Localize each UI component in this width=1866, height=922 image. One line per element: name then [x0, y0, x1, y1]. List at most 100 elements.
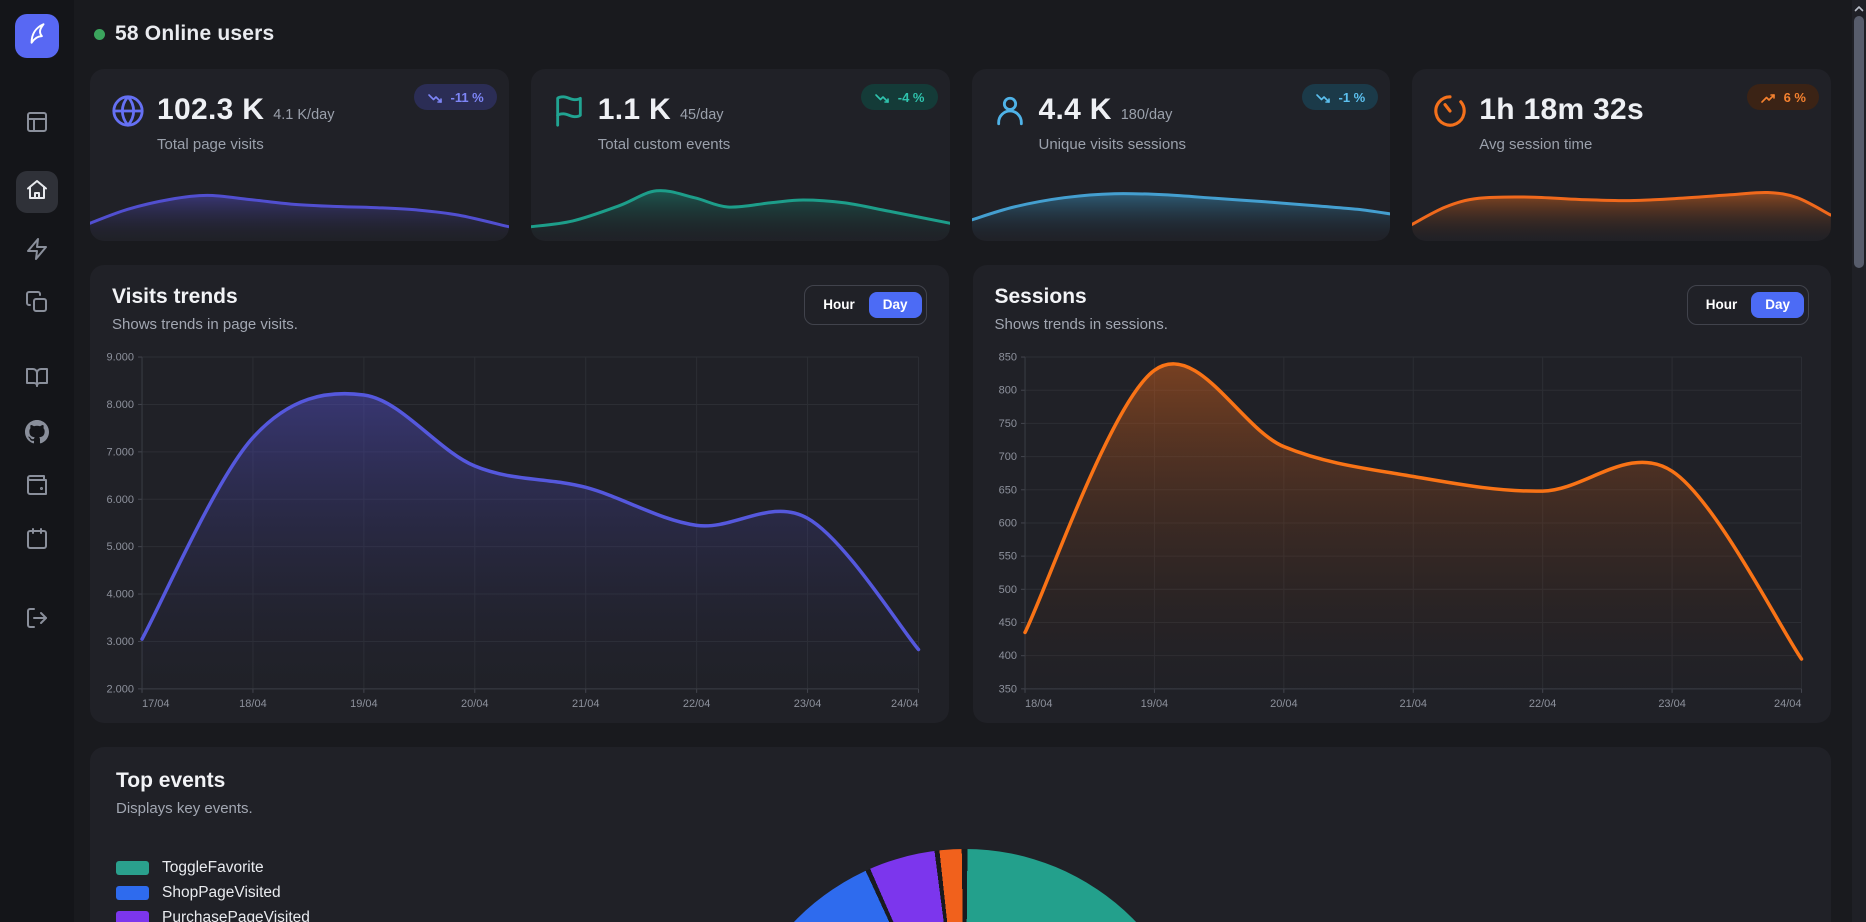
- svg-text:850: 850: [998, 352, 1016, 364]
- stat-card-total-custom-events: 1.1 K 45/day Total custom events -4 %: [531, 69, 950, 241]
- custom-events-sparkline: [531, 171, 950, 241]
- toggle-day-button[interactable]: Day: [1751, 292, 1804, 318]
- main-content: 58 Online users 102.3 K 4.1 K/day Total …: [74, 0, 1866, 922]
- scrollbar-thumb[interactable]: [1854, 16, 1864, 268]
- svg-text:18/04: 18/04: [1025, 698, 1053, 710]
- interval-toggle: Hour Day: [804, 285, 926, 325]
- panels-icon: [25, 110, 49, 139]
- stat-value: 4.4 K: [1039, 93, 1112, 127]
- chart-subtitle: Shows trends in sessions.: [995, 316, 1168, 333]
- svg-text:22/04: 22/04: [683, 698, 711, 710]
- svg-text:24/04: 24/04: [891, 698, 919, 710]
- online-users-header: 58 Online users: [94, 22, 1831, 46]
- stat-per-day: 45/day: [680, 107, 724, 123]
- legend-item-togglefavorite[interactable]: ToggleFavorite: [116, 859, 436, 877]
- calendar-icon: [25, 527, 49, 556]
- svg-text:19/04: 19/04: [1140, 698, 1168, 710]
- svg-text:23/04: 23/04: [1658, 698, 1686, 710]
- svg-text:24/04: 24/04: [1773, 698, 1801, 710]
- interval-toggle: Hour Day: [1687, 285, 1809, 325]
- online-status-dot: [94, 29, 105, 40]
- trend-badge: -4 %: [861, 84, 938, 110]
- stat-cards-row: 102.3 K 4.1 K/day Total page visits -11 …: [90, 69, 1831, 241]
- svg-text:19/04: 19/04: [350, 698, 378, 710]
- svg-text:450: 450: [998, 617, 1016, 629]
- stat-label: Total page visits: [157, 136, 334, 153]
- unique-visits-sparkline: [972, 171, 1391, 241]
- wallet-icon: [25, 473, 49, 502]
- svg-text:17/04: 17/04: [142, 698, 170, 710]
- github-icon: [25, 420, 49, 449]
- scroll-up-arrow[interactable]: [1852, 0, 1866, 16]
- sessions-card: Sessions Shows trends in sessions. Hour …: [973, 265, 1832, 723]
- svg-text:9.000: 9.000: [107, 352, 135, 364]
- stat-card-unique-visits-sessions: 4.4 K 180/day Unique visits sessions -1 …: [972, 69, 1391, 241]
- top-events-subtitle: Displays key events.: [116, 800, 1805, 817]
- sidebar-item-copy[interactable]: [25, 290, 49, 319]
- sidebar-item-panels[interactable]: [25, 110, 49, 139]
- sidebar-item-wallet[interactable]: [25, 473, 49, 502]
- globe-icon: [111, 94, 145, 128]
- app-logo[interactable]: [15, 14, 59, 58]
- toggle-day-button[interactable]: Day: [869, 292, 922, 318]
- toggle-hour-button[interactable]: Hour: [1692, 292, 1752, 318]
- book-icon: [25, 365, 49, 394]
- svg-text:21/04: 21/04: [1399, 698, 1427, 710]
- sidebar-item-book[interactable]: [25, 365, 49, 394]
- svg-text:20/04: 20/04: [1270, 698, 1298, 710]
- svg-text:8.000: 8.000: [107, 399, 135, 411]
- svg-text:20/04: 20/04: [461, 698, 489, 710]
- stat-per-day: 4.1 K/day: [273, 107, 334, 123]
- stat-value: 1h 18m 32s: [1479, 93, 1644, 127]
- svg-text:2.000: 2.000: [107, 683, 135, 695]
- svg-text:7.000: 7.000: [107, 446, 135, 458]
- sidebar: [0, 0, 74, 922]
- svg-text:4.000: 4.000: [107, 589, 135, 601]
- trend-badge: 6 %: [1747, 84, 1819, 110]
- trend-badge: -11 %: [414, 84, 497, 110]
- page-visits-sparkline: [90, 171, 509, 241]
- svg-text:18/04: 18/04: [239, 698, 267, 710]
- sidebar-item-logout[interactable]: [25, 606, 49, 635]
- sessions-chart: 35040045050055060065070075080085018/0419…: [985, 349, 1820, 715]
- stat-label: Total custom events: [598, 136, 731, 153]
- chart-subtitle: Shows trends in page visits.: [112, 316, 298, 333]
- toggle-hour-button[interactable]: Hour: [809, 292, 869, 318]
- trend-badge: -1 %: [1302, 84, 1379, 110]
- flag-icon: [552, 94, 586, 128]
- chart-title: Visits trends: [112, 285, 298, 309]
- stat-per-day: 180/day: [1121, 107, 1173, 123]
- user-icon: [993, 94, 1027, 128]
- sidebar-item-home[interactable]: [16, 171, 58, 213]
- home-icon: [25, 178, 49, 207]
- avg-session-sparkline: [1412, 171, 1831, 241]
- svg-text:22/04: 22/04: [1528, 698, 1556, 710]
- svg-text:23/04: 23/04: [794, 698, 822, 710]
- legend-swatch: [116, 886, 149, 900]
- visits-trends-chart: 2.0003.0004.0005.0006.0007.0008.0009.000…: [102, 349, 937, 715]
- charts-row: Visits trends Shows trends in page visit…: [90, 265, 1831, 723]
- sidebar-item-calendar[interactable]: [25, 527, 49, 556]
- legend-item-shoppagevisited[interactable]: ShopPageVisited: [116, 884, 436, 902]
- logo-icon: [24, 21, 50, 52]
- stat-label: Avg session time: [1479, 136, 1653, 153]
- top-events-title: Top events: [116, 769, 1805, 793]
- sidebar-item-github[interactable]: [25, 420, 49, 449]
- logout-icon: [25, 606, 49, 635]
- svg-text:6.000: 6.000: [107, 494, 135, 506]
- scrollbar[interactable]: [1852, 0, 1866, 922]
- zap-icon: [25, 237, 49, 266]
- svg-text:400: 400: [998, 650, 1016, 662]
- stat-value: 1.1 K: [598, 93, 671, 127]
- svg-text:350: 350: [998, 683, 1016, 695]
- legend-swatch: [116, 911, 149, 922]
- top-events-card: Top events Displays key events. ToggleFa…: [90, 747, 1831, 922]
- svg-text:700: 700: [998, 451, 1016, 463]
- svg-text:600: 600: [998, 517, 1016, 529]
- page-title: 58 Online users: [115, 22, 274, 46]
- top-events-pie-chart: [728, 849, 1202, 922]
- legend-item-purchasepagevisited[interactable]: PurchasePageVisited: [116, 909, 436, 922]
- sidebar-item-zap[interactable]: [25, 237, 49, 266]
- svg-text:650: 650: [998, 484, 1016, 496]
- copy-icon: [25, 290, 49, 319]
